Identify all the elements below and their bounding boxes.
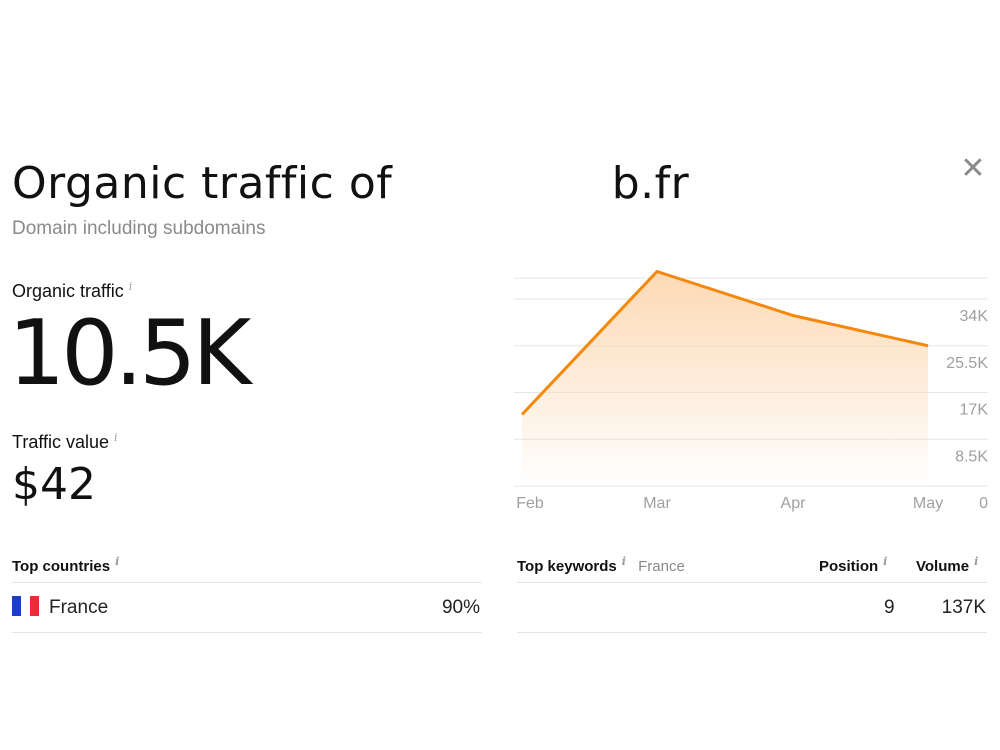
organic-traffic-label-text: Organic traffic [12, 281, 124, 301]
series-area [522, 271, 928, 486]
info-icon[interactable]: i [883, 555, 887, 568]
country-row[interactable]: France 90% [12, 594, 480, 622]
y-tick-label: 8.5K [955, 448, 988, 465]
keyword-volume: 137K [941, 597, 986, 618]
popup-subtitle: Domain including subdomains [12, 218, 266, 239]
x-tick-label: Apr [781, 495, 807, 512]
traffic-value-value: $42 [12, 459, 96, 510]
info-icon[interactable]: i [974, 555, 978, 568]
info-icon[interactable]: i [622, 555, 626, 568]
top-countries-title: Top countries [12, 558, 111, 575]
popup-title: Organic traffic of b.fr [12, 156, 689, 212]
position-header-text: Position [819, 558, 879, 575]
organic-traffic-value: 10.5K [8, 301, 251, 406]
france-flag-icon [12, 595, 39, 616]
keyword-position: 9 [884, 597, 895, 618]
organic-traffic-chart: 0 8.5K 17K 25.5K 34K Feb Mar Apr May [514, 270, 989, 512]
x-tick-label: May [913, 495, 943, 512]
organic-traffic-popup: Organic traffic of b.fr ✕ Domain includi… [0, 0, 1000, 750]
country-name: France [49, 597, 109, 618]
redacted-domain [406, 164, 612, 208]
keywords-country-filter[interactable]: France [638, 558, 685, 575]
y-tick-label: 17K [960, 402, 989, 419]
top-keywords-title: Top keywords [517, 558, 617, 575]
title-domain-suffix: b.fr [611, 158, 690, 209]
divider [517, 582, 987, 583]
info-icon[interactable]: i [115, 555, 119, 568]
x-tick-label: Feb [516, 495, 544, 512]
info-icon[interactable]: i [114, 431, 118, 444]
top-countries-header: Top countries i [12, 551, 482, 575]
position-column-header: Position i [819, 551, 887, 578]
y-tick-label: 25.5K [946, 355, 988, 372]
title-prefix: Organic traffic of [12, 158, 393, 209]
info-icon[interactable]: i [129, 280, 133, 293]
divider [517, 632, 987, 633]
volume-header-text: Volume [916, 558, 970, 575]
y-tick-label: 0 [979, 495, 988, 512]
x-tick-label: Mar [643, 495, 671, 512]
divider [12, 582, 482, 583]
organic-traffic-label: Organic traffic i [12, 276, 132, 302]
keyword-row[interactable]: 9 137K [517, 594, 987, 622]
traffic-value-label: Traffic value i [12, 427, 118, 453]
traffic-value-label-text: Traffic value [12, 432, 110, 452]
divider [12, 632, 482, 633]
volume-column-header: Volume i [916, 551, 978, 578]
y-tick-label: 34K [960, 308, 989, 325]
top-keywords-header: Top keywords i France Position i Volume i [517, 551, 987, 575]
close-icon[interactable]: ✕ [958, 154, 988, 184]
country-share: 90% [441, 597, 480, 618]
